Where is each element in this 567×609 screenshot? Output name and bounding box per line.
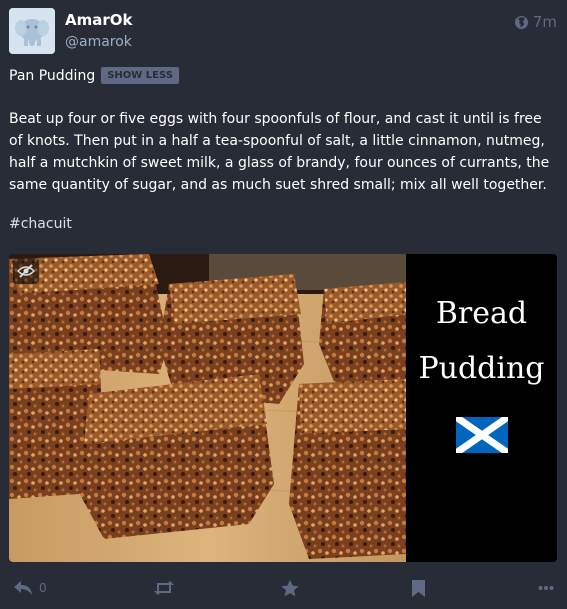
elephant-icon	[9, 8, 55, 54]
title-panel: Bread Pudding	[406, 254, 557, 562]
content-warning: Pan Pudding SHOW LESS	[9, 67, 179, 84]
globe-icon	[514, 15, 528, 29]
relative-time: 7m	[532, 13, 557, 31]
reply-count: 0	[39, 581, 47, 595]
spoiler-text: Pan Pudding	[9, 67, 96, 84]
boost-button[interactable]	[153, 580, 175, 596]
show-less-button[interactable]: SHOW LESS	[101, 67, 179, 84]
timestamp[interactable]: 7m	[514, 13, 557, 31]
display-name[interactable]: AmarOk	[65, 11, 133, 29]
favourite-icon	[281, 580, 299, 597]
more-icon	[538, 586, 554, 590]
bookmark-icon	[412, 580, 425, 597]
title-line-1: Bread	[435, 296, 528, 331]
title-line-2: Pudding	[418, 351, 545, 386]
hide-media-button[interactable]	[13, 258, 39, 284]
action-bar: 0	[0, 578, 567, 604]
media-attachment[interactable]: Bread Pudding	[9, 254, 557, 562]
bookmark-button[interactable]	[412, 580, 425, 597]
favourite-button[interactable]	[281, 580, 299, 597]
boost-icon	[154, 581, 174, 595]
more-button[interactable]	[538, 580, 554, 596]
bread-pudding-photo	[9, 254, 406, 562]
hashtag-link[interactable]: #chacuit	[9, 216, 72, 232]
status-content: Beat up four or five eggs with four spoo…	[9, 111, 550, 193]
scotland-flag-icon	[456, 417, 508, 453]
status-card: AmarOk @amarok 7m Pan Pudding SHOW LESS …	[0, 0, 567, 609]
account-handle[interactable]: @amarok	[65, 34, 132, 50]
reply-button[interactable]: 0	[13, 580, 47, 596]
reply-icon	[14, 581, 32, 595]
avatar[interactable]	[9, 8, 55, 54]
eye-slash-icon	[17, 264, 35, 278]
